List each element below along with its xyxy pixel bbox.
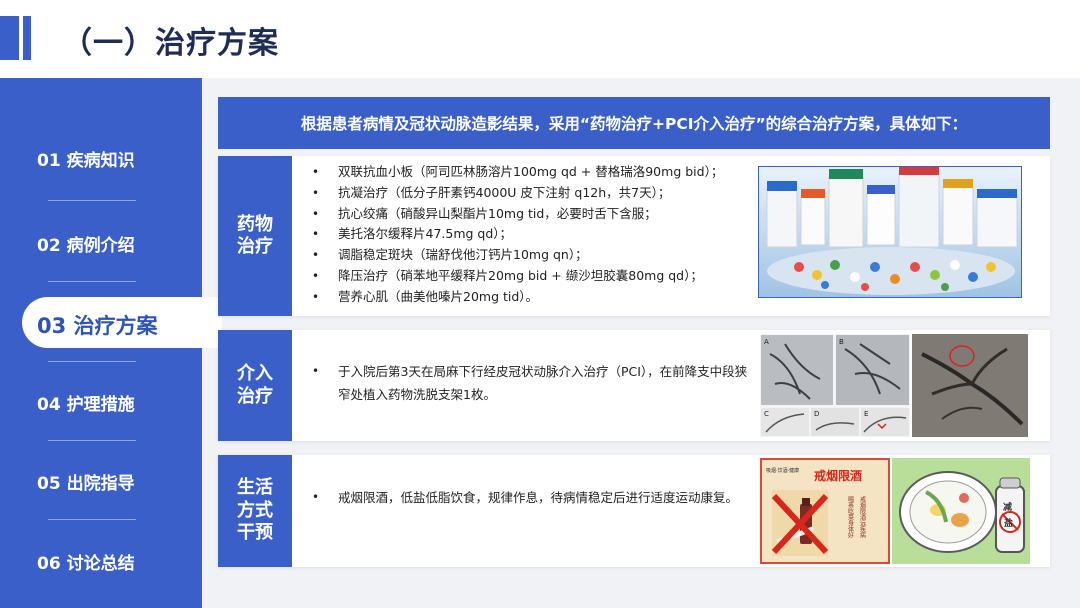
poster-caption: 吸烟·饮酒·健康 — [766, 467, 799, 474]
intervention-text: 于入院后第3天在局麻下行经皮冠状动脉介入治疗（PCI），在前降支中段狭窄处植入药… — [308, 360, 748, 406]
list-item: 营养心肌（曲美他嗪片20mg tid）。 — [308, 287, 723, 308]
panel-label-a: A — [764, 338, 769, 346]
header-accent-bar-thin — [23, 16, 31, 60]
lifestyle-label: 生活方式干预 — [218, 455, 292, 567]
sidebar-divider — [48, 440, 136, 441]
poster-title: 戒烟限酒 — [814, 468, 862, 483]
sidebar-divider — [48, 200, 136, 201]
medicine-photo — [758, 166, 1022, 298]
lifestyle-text: 戒烟限酒，低盐低脂饮食，规律作息，待病情稳定后进行适度运动康复。 — [308, 486, 748, 509]
sidebar-item-discharge-guidance[interactable]: 05 出院指导 — [37, 469, 135, 494]
angiogram-series-image: A B C D E — [760, 334, 910, 437]
list-item: 抗心绞痛（硝酸异山梨酯片10mg tid，必要时舌下含服； — [308, 204, 723, 225]
panel-label-d: D — [814, 410, 819, 418]
sidebar-divider — [48, 361, 136, 362]
list-item: 调脂稳定斑块（瑞舒伐他汀钙片10mg qn）； — [308, 245, 723, 266]
sidebar-item-case-intro[interactable]: 02 病例介绍 — [37, 231, 135, 256]
poster-slogan: 戒烟限酒远疾病 — [859, 495, 866, 539]
list-item: 美托洛尔缓释片47.5mg qd）； — [308, 224, 723, 245]
poster-slogan-2: 喝茶吃菜身体好 — [847, 496, 854, 539]
intervention-label: 介入治疗 — [218, 330, 292, 441]
sidebar-item-discussion-summary[interactable]: 06 讨论总结 — [37, 549, 135, 574]
low-salt-diet-image: 减 盐 — [892, 458, 1030, 564]
page-title: （一）治疗方案 — [62, 26, 279, 61]
sidebar-divider — [48, 519, 136, 520]
sidebar-divider — [48, 281, 136, 282]
drug-therapy-label: 药物治疗 — [218, 156, 292, 316]
no-smoking-drinking-poster: 吸烟·饮酒·健康 戒烟限酒 戒烟限酒远疾病 喝茶吃菜身体好 — [760, 458, 890, 564]
salt-label-top: 减 — [1003, 501, 1012, 513]
list-item: 双联抗血小板（阿司匹林肠溶片100mg qd + 替格瑞洛90mg bid）； — [308, 162, 723, 183]
drug-therapy-card: 药物治疗 双联抗血小板（阿司匹林肠溶片100mg qd + 替格瑞洛90mg b… — [218, 156, 1050, 316]
sidebar-item-disease-knowledge[interactable]: 01 疾病知识 — [37, 146, 135, 171]
coronary-angiography-image — [912, 334, 1028, 437]
sidebar-item-nursing-measures[interactable]: 04 护理措施 — [37, 390, 135, 415]
list-item: 降压治疗（硝苯地平缓释片20mg bid + 缬沙坦胶囊80mg qd）； — [308, 266, 723, 287]
sidebar-item-treatment-plan[interactable]: 03 治疗方案 — [37, 310, 158, 340]
intervention-card: 介入治疗 于入院后第3天在局麻下行经皮冠状动脉介入治疗（PCI），在前降支中段狭… — [218, 330, 1050, 441]
lifestyle-card: 生活方式干预 戒烟限酒，低盐低脂饮食，规律作息，待病情稳定后进行适度运动康复。 … — [218, 455, 1050, 567]
list-item: 抗凝治疗（低分子肝素钙4000U 皮下注射 q12h，共7天）； — [308, 183, 723, 204]
panel-label-e: E — [864, 410, 868, 418]
panel-label-b: B — [839, 338, 844, 346]
salt-label-bottom: 盐 — [1004, 517, 1013, 529]
panel-label-c: C — [764, 410, 769, 418]
header-accent-bar — [0, 16, 19, 60]
intro-banner: 根据患者病情及冠状动脉造影结果，采用“药物治疗+PCI介入治疗”的综合治疗方案，… — [218, 97, 1050, 149]
drug-list: 双联抗血小板（阿司匹林肠溶片100mg qd + 替格瑞洛90mg bid）； … — [308, 162, 723, 308]
